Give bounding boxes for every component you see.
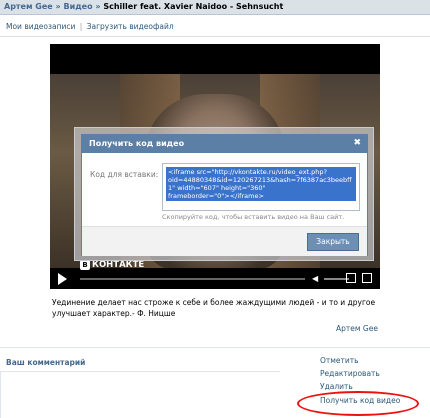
comment-header: Ваш комментарий — [0, 357, 280, 372]
fullscreen-icon[interactable] — [362, 273, 372, 283]
divider — [0, 347, 430, 348]
video-description: Уединение делает нас строже к себе и бол… — [52, 298, 376, 318]
subnav-separator: | — [79, 22, 83, 31]
action-tag[interactable]: Отметить — [320, 356, 359, 365]
video-player[interactable]: В КОНТАКТЕ ◀ Получить код видео ✖ Код для… — [50, 44, 380, 289]
play-icon[interactable] — [58, 273, 67, 285]
breadcrumb-sep: » — [55, 2, 61, 11]
breadcrumb-user[interactable]: Артем Gee — [4, 2, 53, 11]
dialog-footer: Закрыть — [82, 226, 367, 256]
code-label: Код для вставки: — [90, 170, 159, 179]
close-dialog-button[interactable]: Закрыть — [307, 233, 359, 251]
highlight-oval — [297, 391, 419, 416]
breadcrumb-section[interactable]: Видео — [64, 2, 93, 11]
action-delete[interactable]: Удалить — [320, 382, 353, 391]
dialog-header: Получить код видео ✖ — [82, 135, 367, 153]
dialog-overlay: Получить код видео ✖ Код для вставки: <i… — [74, 127, 374, 261]
player-controls: В КОНТАКТЕ ◀ — [50, 260, 380, 289]
embed-code-textarea[interactable]: <iframe src="http://vkontakte.ru/video_e… — [162, 163, 360, 211]
author-link[interactable]: Артем Gee — [336, 324, 378, 333]
my-videos-link[interactable]: Мои видеозаписи — [6, 22, 75, 31]
breadcrumb-current: Schiller feat. Xavier Naidoo - Sehnsucht — [103, 2, 284, 11]
close-icon[interactable]: ✖ — [353, 138, 361, 148]
breadcrumb: Артем Gee » Видео » Schiller feat. Xavie… — [4, 2, 283, 11]
popout-icon[interactable] — [346, 273, 356, 283]
get-code-dialog: Получить код видео ✖ Код для вставки: <i… — [81, 134, 368, 256]
vk-logo-icon: В — [80, 260, 90, 270]
dialog-title: Получить код видео — [89, 139, 185, 148]
breadcrumb-sep: » — [95, 2, 101, 11]
video-subnav: Мои видеозаписи | Загрузить видеофайл — [6, 22, 174, 31]
copy-hint: Скопируйте код, чтобы вставить видео на … — [162, 213, 345, 221]
upload-video-link[interactable]: Загрузить видеофайл — [87, 22, 174, 31]
comment-title: Ваш комментарий — [6, 358, 86, 367]
action-edit[interactable]: Редактировать — [320, 369, 380, 378]
progress-bar[interactable] — [80, 278, 305, 280]
comment-input[interactable] — [0, 372, 281, 418]
header-bar: Артем Gee » Видео » Schiller feat. Xavie… — [0, 0, 430, 15]
divider — [0, 36, 430, 37]
vkontakte-logo: В КОНТАКТЕ — [80, 260, 144, 270]
vk-logo-text: КОНТАКТЕ — [92, 260, 145, 270]
speaker-icon[interactable]: ◀ — [312, 274, 324, 283]
embed-code-selected[interactable]: <iframe src="http://vkontakte.ru/video_e… — [166, 167, 356, 201]
